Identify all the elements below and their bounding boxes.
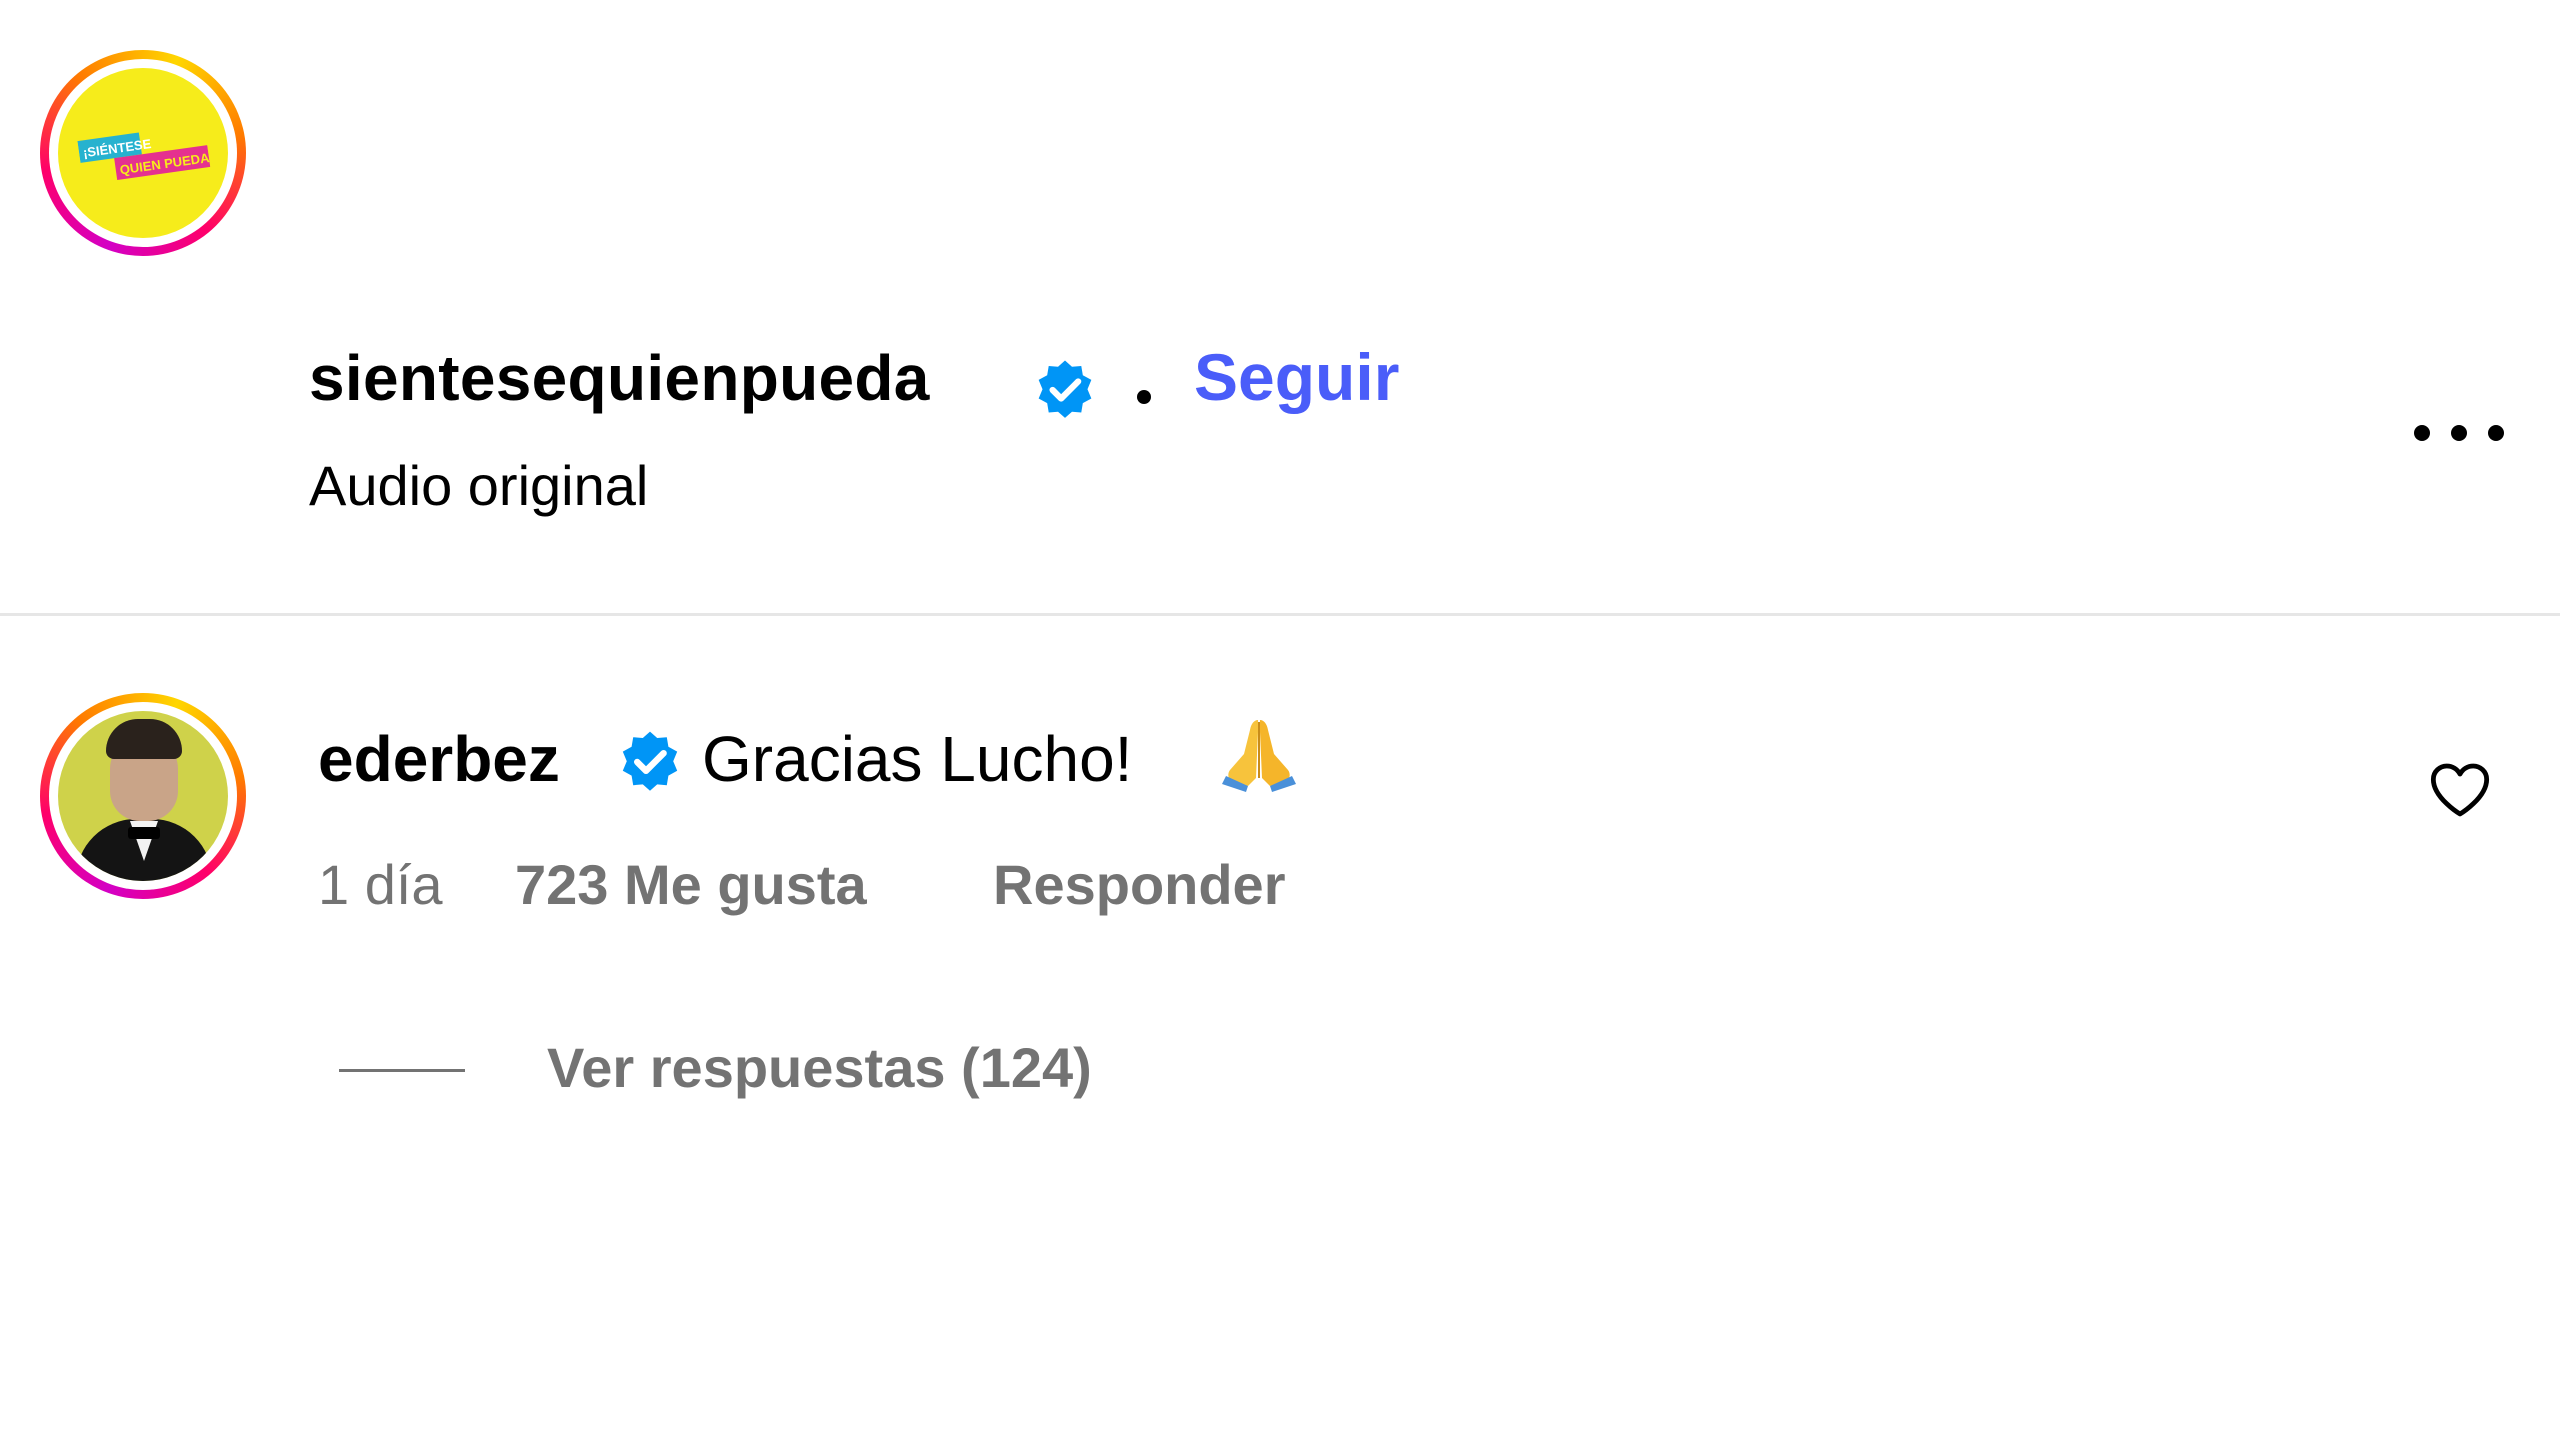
verified-badge-icon xyxy=(622,731,678,791)
header-divider xyxy=(0,613,2560,616)
follow-button[interactable]: Seguir xyxy=(1194,344,1399,410)
more-options-button[interactable] xyxy=(2414,418,2504,448)
avatar-image xyxy=(58,711,228,881)
view-replies-button[interactable]: Ver respuestas (124) xyxy=(547,1040,1092,1096)
more-horizontal-icon xyxy=(2451,425,2467,441)
show-logo: ¡SIÉNTESE QUIEN PUEDA! xyxy=(77,132,211,180)
more-horizontal-icon xyxy=(2414,425,2430,441)
reply-button[interactable]: Responder xyxy=(993,857,1286,913)
comment-likes-count[interactable]: 723 Me gusta xyxy=(515,857,867,913)
replies-divider-line xyxy=(339,1069,465,1072)
comment-timestamp: 1 día xyxy=(318,853,443,916)
comment-text: Gracias Lucho! xyxy=(702,723,1133,795)
avatar-image: ¡SIÉNTESE QUIEN PUEDA! xyxy=(58,68,228,238)
separator-dot xyxy=(1137,390,1151,404)
post-author-avatar[interactable]: ¡SIÉNTESE QUIEN PUEDA! xyxy=(40,50,246,256)
folded-hands-emoji-icon xyxy=(1222,720,1296,792)
comment-username[interactable]: ederbez xyxy=(318,727,560,791)
heart-outline-icon[interactable] xyxy=(2428,760,2492,820)
post-username[interactable]: sientesequienpueda xyxy=(309,346,930,410)
comment-author-avatar[interactable] xyxy=(40,693,246,899)
verified-badge-icon xyxy=(1038,360,1092,418)
audio-original-link[interactable]: Audio original xyxy=(309,458,648,514)
more-horizontal-icon xyxy=(2488,425,2504,441)
